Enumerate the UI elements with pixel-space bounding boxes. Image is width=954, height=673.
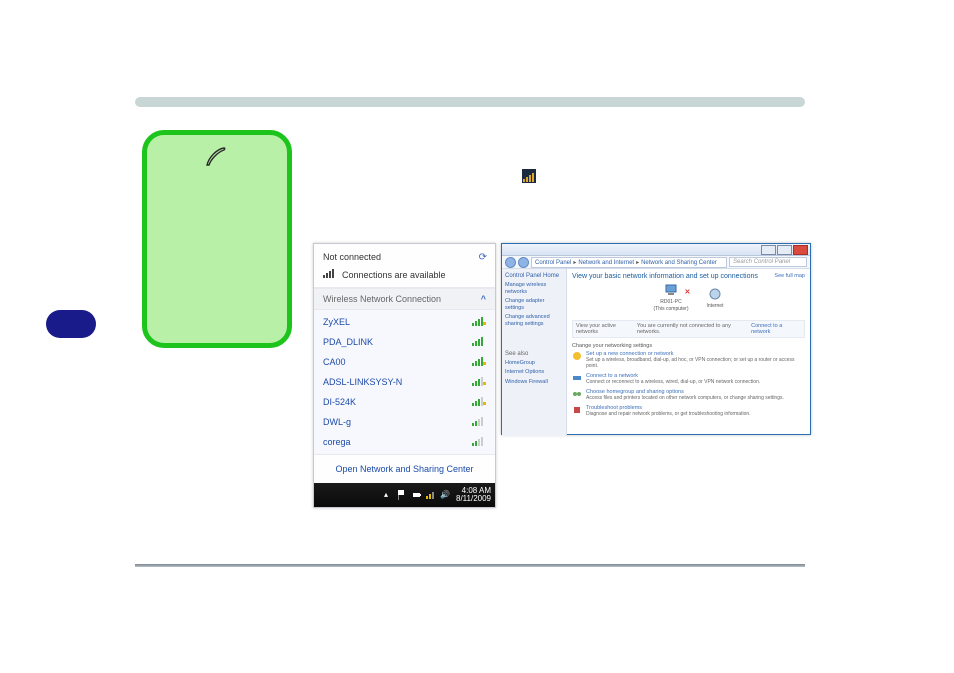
sidebar: Control Panel Home Manage wireless netwo… [502, 269, 567, 436]
sidebar-link[interactable]: HomeGroup [505, 360, 563, 367]
wifi-status: Not connected [323, 252, 486, 262]
wifi-section-label: Wireless Network Connection [323, 294, 441, 304]
wifi-item-label: DI-524K [323, 397, 356, 407]
maximize-button[interactable] [777, 245, 792, 255]
close-button[interactable] [793, 245, 808, 255]
network-icon[interactable] [426, 490, 436, 500]
active-label: View your active networks [576, 323, 637, 335]
network-diagram: RD01-PC (This computer) ✕ Internet [572, 284, 805, 312]
wifi-status-row: Not connected ⟳ Connections are availabl… [314, 244, 495, 288]
wifi-item[interactable]: corega [314, 432, 495, 452]
volume-icon[interactable]: 🔊 [440, 490, 450, 500]
signal-icon [472, 337, 486, 347]
address-bar: Control Panel▸Network and Internet▸Netwo… [502, 256, 810, 269]
clock-date: 8/11/2009 [456, 495, 491, 503]
wifi-item-label: corega [323, 437, 351, 447]
breadcrumb[interactable]: Control Panel▸Network and Internet▸Netwo… [531, 257, 727, 268]
link-desc: Set up a wireless, broadband, dial-up, a… [586, 357, 805, 369]
wifi-item-label: DWL-g [323, 417, 351, 427]
sidebar-link[interactable]: Change advanced sharing settings [505, 314, 563, 327]
wifi-network-list: ZyXEL PDA_DLINK CA00 ADSL-LINKSYSY-N DI-… [314, 310, 495, 454]
chevron-up-icon: ^ [481, 294, 486, 304]
bookmark-tab [46, 310, 96, 338]
sidebar-link[interactable]: Change adapter settings [505, 298, 563, 311]
active-networks: View your active networks You are curren… [572, 320, 805, 338]
wifi-item-label: ADSL-LINKSYSY-N [323, 377, 402, 387]
network-sharing-center-window: Control Panel▸Network and Internet▸Netwo… [501, 243, 811, 435]
signal-icon [472, 377, 486, 387]
cp-task-link[interactable]: Set up a new connection or networkSet up… [572, 351, 805, 369]
main-content: View your basic network information and … [567, 269, 810, 436]
sidebar-link[interactable]: Manage wireless networks [505, 282, 563, 295]
signal-icon [472, 397, 486, 407]
wizard-icon [572, 351, 582, 361]
signal-icon [323, 268, 337, 281]
clock[interactable]: 4:08 AM 8/11/2009 [456, 487, 491, 504]
wifi-item[interactable]: ZyXEL [314, 312, 495, 332]
window-titlebar [502, 244, 810, 256]
node-label: Internet [707, 303, 724, 309]
link-desc: Connect or reconnect to a wireless, wire… [586, 379, 760, 385]
wifi-section-header[interactable]: Wireless Network Connection ^ [314, 288, 495, 310]
pen-icon [205, 147, 227, 167]
system-tray: ▴ 🔊 [384, 490, 450, 500]
sidebar-heading: Control Panel Home [505, 273, 563, 279]
open-network-center-link[interactable]: Open Network and Sharing Center [314, 454, 495, 483]
refresh-icon[interactable]: ⟳ [479, 252, 487, 263]
cp-task-link[interactable]: Connect to a networkConnect or reconnect… [572, 373, 805, 385]
wifi-item[interactable]: PDA_DLINK [314, 332, 495, 352]
homegroup-icon [572, 389, 582, 399]
settings-heading: Change your networking settings [572, 343, 805, 349]
see-full-map-link[interactable]: See full map [774, 273, 805, 279]
taskbar: ▴ 🔊 4:08 AM 8/11/2009 [314, 483, 495, 507]
node-label: RD01-PC [654, 299, 689, 305]
bottom-divider [135, 564, 805, 567]
minimize-button[interactable] [761, 245, 776, 255]
breadcrumb-item: Network and Sharing Center [641, 260, 717, 266]
back-button[interactable] [505, 257, 516, 268]
wifi-item[interactable]: DWL-g [314, 412, 495, 432]
breadcrumb-item: Network and Internet [578, 260, 634, 266]
globe-icon [708, 288, 722, 300]
troubleshoot-icon [572, 405, 582, 415]
link-desc: Diagnose and repair network problems, or… [586, 411, 751, 417]
top-divider [135, 97, 805, 107]
this-computer-node: RD01-PC (This computer) [654, 284, 689, 312]
internet-node: Internet [707, 288, 724, 309]
signal-icon [472, 317, 486, 327]
wifi-popup: Not connected ⟳ Connections are availabl… [313, 243, 496, 508]
search-input[interactable]: Search Control Panel [729, 257, 807, 267]
sidebar-link[interactable]: Internet Options [505, 369, 563, 376]
wifi-item[interactable]: ADSL-LINKSYSY-N [314, 372, 495, 392]
connection-broken-icon: ✕ [685, 288, 691, 296]
signal-icon [472, 437, 486, 447]
wifi-available: Connections are available [342, 270, 446, 280]
connect-icon [572, 373, 582, 383]
link-desc: Access files and printers located on oth… [586, 395, 784, 401]
signal-icon [472, 357, 486, 367]
flag-icon[interactable] [398, 490, 408, 500]
breadcrumb-item: Control Panel [535, 260, 571, 266]
network-tray-icon [522, 169, 536, 183]
wifi-item[interactable]: DI-524K [314, 392, 495, 412]
wifi-item-label: CA00 [323, 357, 346, 367]
cp-task-link[interactable]: Troubleshoot problemsDiagnose and repair… [572, 405, 805, 417]
wifi-item-label: PDA_DLINK [323, 337, 373, 347]
power-icon[interactable] [412, 490, 422, 500]
cp-task-link[interactable]: Choose homegroup and sharing optionsAcce… [572, 389, 805, 401]
active-message: You are currently not connected to any n… [637, 323, 751, 335]
see-also-heading: See also [505, 351, 563, 357]
node-sublabel: (This computer) [654, 306, 689, 312]
computer-icon [664, 284, 678, 296]
sidebar-link[interactable]: Windows Firewall [505, 379, 563, 386]
wifi-item[interactable]: CA00 [314, 352, 495, 372]
note-callout [142, 130, 292, 348]
signal-icon [472, 417, 486, 427]
connect-network-link[interactable]: Connect to a network [751, 323, 801, 335]
tray-arrow-icon[interactable]: ▴ [384, 490, 394, 500]
page-title: View your basic network information and … [572, 273, 805, 280]
wifi-item-label: ZyXEL [323, 317, 350, 327]
forward-button[interactable] [518, 257, 529, 268]
page-title-text: View your basic network information and … [572, 273, 758, 280]
